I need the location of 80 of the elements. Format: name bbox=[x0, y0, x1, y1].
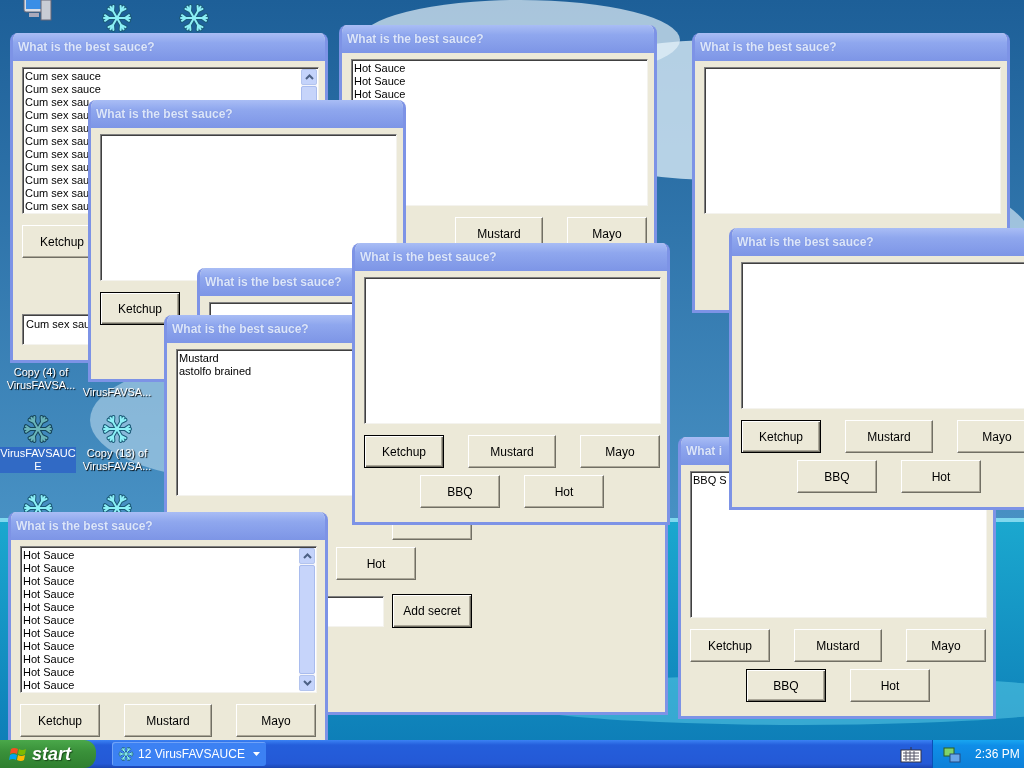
list-box[interactable] bbox=[741, 262, 1024, 409]
list-item[interactable]: Hot Sauce bbox=[23, 666, 75, 679]
window-title: What i bbox=[686, 444, 722, 458]
dialog-button[interactable]: Mayo bbox=[236, 704, 316, 737]
dialog-button[interactable]: Mustard bbox=[794, 629, 882, 662]
icon-label[interactable]: Copy (4) of VirusFAVSA... bbox=[3, 366, 79, 392]
dialog-button[interactable]: Hot bbox=[850, 669, 930, 702]
task-button[interactable]: 12 VirusFAVSAUCE bbox=[112, 742, 266, 766]
keyboard-icon[interactable] bbox=[900, 745, 922, 763]
snowflake-icon bbox=[118, 746, 134, 762]
list-item[interactable]: Hot Sauce bbox=[23, 562, 75, 575]
computer-icon[interactable] bbox=[22, 0, 54, 24]
window-title: What is the best sauce? bbox=[205, 275, 342, 289]
list-item[interactable]: Hot Sauce bbox=[23, 575, 75, 588]
snowflake-icon[interactable] bbox=[101, 2, 133, 34]
list-item[interactable]: Cum sex sau bbox=[25, 122, 90, 135]
list-item[interactable]: Hot Sauce bbox=[23, 614, 75, 627]
list-box[interactable]: Hot Sauce Hot Sauce Hot Sauce Hot Sauce Hot Sauce Hot Sauce Hot Sauce Hot Sauce Hot Sauce Hot Sauce Hot Sauce bbox=[20, 546, 317, 693]
window-title: What is the best sauce? bbox=[16, 519, 153, 533]
dialog-button[interactable]: Hot bbox=[336, 547, 416, 580]
window-title: What is the best sauce? bbox=[360, 250, 497, 264]
dialog-button[interactable]: Ketchup bbox=[741, 420, 821, 453]
list-item[interactable]: Hot Sauce bbox=[23, 653, 75, 666]
icon-label[interactable]: VirusFAVSAUCE bbox=[0, 447, 76, 473]
dialog-button[interactable]: BBQ bbox=[797, 460, 877, 493]
window-title: What is the best sauce? bbox=[700, 40, 837, 54]
list-item[interactable]: astolfo brained bbox=[179, 365, 252, 378]
dialog-button[interactable]: Mayo bbox=[580, 435, 660, 468]
clock: 2:36 PM bbox=[975, 747, 1020, 761]
dialog-button[interactable]: Mustard bbox=[124, 704, 212, 737]
list-item[interactable]: Cum sex sau bbox=[25, 161, 90, 174]
list-item[interactable]: Hot Sauce bbox=[23, 679, 75, 692]
flag-icon bbox=[9, 745, 27, 763]
list-item[interactable]: Hot Sauce bbox=[354, 62, 406, 75]
list-item[interactable]: Cum sex sau bbox=[25, 200, 90, 213]
dialog-button[interactable]: Mustard bbox=[468, 435, 556, 468]
snowflake-icon[interactable] bbox=[178, 2, 210, 34]
list-item[interactable]: Hot Sauce bbox=[354, 75, 406, 88]
list-item[interactable]: Hot Sauce bbox=[23, 640, 75, 653]
window-title: What is the best sauce? bbox=[18, 40, 155, 54]
dialog-button[interactable]: Mustard bbox=[845, 420, 933, 453]
list-item[interactable]: Hot Sauce bbox=[23, 627, 75, 640]
list-item[interactable]: Cum sex sau bbox=[25, 148, 90, 161]
scrollbar[interactable] bbox=[299, 548, 315, 691]
dialog-button[interactable]: Ketchup bbox=[364, 435, 444, 468]
list-box[interactable] bbox=[704, 67, 1001, 214]
list-item[interactable]: Cum sex sau bbox=[25, 109, 90, 122]
icon-label[interactable]: Copy (13) of VirusFAVSA... bbox=[79, 447, 155, 473]
list-item[interactable]: Cum sex sau bbox=[25, 135, 90, 148]
list-item[interactable]: Mustard bbox=[179, 352, 219, 365]
network-icon[interactable] bbox=[943, 745, 961, 763]
start-button[interactable]: start bbox=[0, 740, 96, 768]
list-item[interactable]: BBQ S bbox=[693, 474, 727, 487]
list-item[interactable]: Cum sex sauce bbox=[25, 70, 101, 83]
window-title: What is the best sauce? bbox=[96, 107, 233, 121]
list-box[interactable] bbox=[364, 277, 661, 424]
dialog-button[interactable]: BBQ bbox=[420, 475, 500, 508]
dialog-button[interactable]: BBQ bbox=[746, 669, 826, 702]
list-item[interactable]: Cum sex sauce bbox=[25, 83, 101, 96]
list-item[interactable]: Hot Sauce bbox=[23, 588, 75, 601]
list-item[interactable]: Cum sex sau bbox=[25, 174, 90, 187]
list-item[interactable]: Cum sex sau bbox=[25, 187, 90, 200]
window-title: What is the best sauce? bbox=[347, 32, 484, 46]
list-item[interactable]: Hot Sauce bbox=[23, 549, 75, 562]
dialog-button[interactable]: Mayo bbox=[906, 629, 986, 662]
dialog-button[interactable]: Ketchup bbox=[100, 292, 180, 325]
dialog-button[interactable]: Ketchup bbox=[20, 704, 100, 737]
dialog-button[interactable]: Mayo bbox=[957, 420, 1024, 453]
list-item[interactable]: Cum sex sau bbox=[25, 96, 90, 109]
snowflake-icon[interactable] bbox=[101, 413, 133, 445]
window-title: What is the best sauce? bbox=[737, 235, 874, 249]
caret-icon bbox=[253, 752, 260, 756]
add-secret-button[interactable]: Add secret bbox=[392, 594, 472, 628]
dialog-button[interactable]: Hot bbox=[901, 460, 981, 493]
dialog-button[interactable]: Hot bbox=[524, 475, 604, 508]
list-item[interactable]: Hot Sauce bbox=[354, 88, 406, 101]
window-title: What is the best sauce? bbox=[172, 322, 309, 336]
dialog-button[interactable]: Ketchup bbox=[690, 629, 770, 662]
snowflake-icon[interactable] bbox=[22, 413, 54, 445]
list-item[interactable]: Hot Sauce bbox=[23, 601, 75, 614]
